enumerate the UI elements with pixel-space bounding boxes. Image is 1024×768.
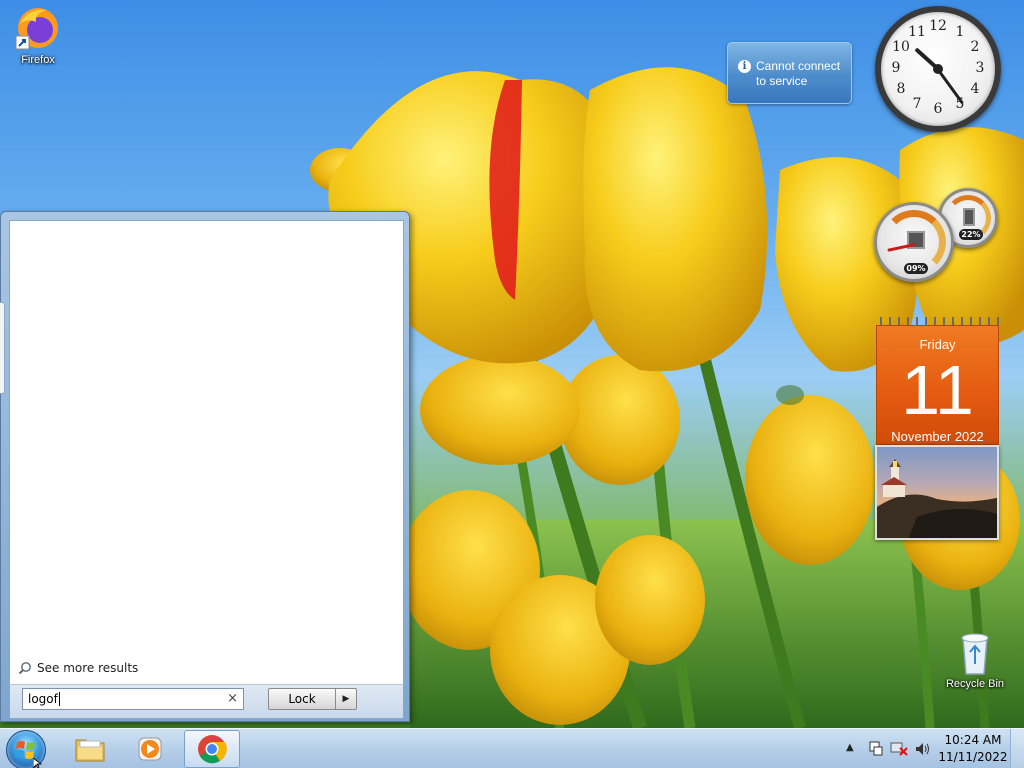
text-caret — [58, 692, 60, 706]
media-player-icon — [138, 737, 162, 761]
clock-number: 2 — [970, 39, 980, 55]
taskbar-clock[interactable]: 10:24 AM 11/11/2022 — [938, 732, 1008, 766]
taskbar-google-chrome[interactable] — [184, 730, 240, 768]
cpu-percent: 09% — [904, 263, 928, 274]
clock-number: 7 — [912, 96, 922, 112]
firefox-desktop-icon[interactable]: Firefox — [2, 4, 74, 66]
notification-area: ▲ 10:24 AM 11/11/2022 — [842, 729, 1024, 768]
search-results-pane: See more results — [9, 220, 404, 685]
calendar-day-number: 11 — [901, 351, 974, 429]
shutdown-options-arrow-icon[interactable]: ▶ — [335, 688, 357, 710]
folder-icon — [75, 739, 105, 762]
clock-number: 6 — [933, 101, 943, 117]
clock-number: 10 — [892, 39, 910, 55]
taskbar: ▲ 10:24 AM 11/11/2022 — [0, 728, 1024, 768]
power-button-group: Lock ▶ — [268, 688, 358, 710]
cpu-dial: 09% — [874, 202, 954, 282]
network-icon[interactable] — [890, 741, 908, 757]
clock-number: 3 — [975, 60, 985, 76]
recycle-bin-icon — [961, 633, 989, 675]
taskbar-clock-date: 11/11/2022 — [938, 750, 1008, 764]
calendar-month-year: November 2022 — [891, 429, 984, 444]
clock-number: 11 — [908, 24, 926, 40]
desktop: Firefox Recycle Bin i Cannot connect to … — [0, 0, 1024, 728]
recycle-bin-icon-label: Recycle Bin — [945, 678, 1005, 690]
search-icon — [18, 662, 31, 675]
clock-number: 9 — [891, 60, 901, 76]
clock-number: 4 — [970, 81, 980, 97]
clock-center-pin — [933, 64, 943, 74]
see-more-results-link[interactable]: See more results — [18, 658, 138, 678]
start-search-input[interactable]: logof × — [22, 688, 244, 710]
clock-number: 1 — [955, 24, 965, 40]
lighthouse-photo — [877, 459, 997, 538]
cpu-meter-gadget[interactable]: 22% 09% — [874, 188, 1000, 282]
start-menu-bottom-bar: logof × Lock ▶ — [9, 684, 404, 719]
start-menu: See more results logof × Lock ▶ — [0, 211, 410, 722]
volume-icon[interactable] — [914, 741, 930, 757]
weather-message: Cannot connect to service — [756, 59, 841, 88]
clock-gadget[interactable]: 12 1 2 3 4 5 6 7 8 9 10 11 — [875, 6, 1001, 132]
calendar-gadget[interactable]: Friday 11 November 2022 — [876, 317, 999, 445]
firefox-icon — [15, 8, 58, 50]
weather-gadget[interactable]: i Cannot connect to service — [727, 42, 852, 104]
recycle-bin-desktop-icon[interactable]: Recycle Bin — [939, 630, 1011, 690]
clear-search-icon[interactable]: × — [227, 691, 238, 706]
start-search-value: logof — [28, 692, 58, 706]
memory-percent: 22% — [959, 229, 983, 240]
show-desktop-button[interactable] — [1010, 729, 1024, 768]
calendar-page: Friday 11 November 2022 — [876, 325, 999, 445]
chrome-icon — [198, 735, 227, 764]
firefox-icon-label: Firefox — [21, 54, 55, 66]
taskbar-clock-time: 10:24 AM — [944, 733, 1002, 747]
action-center-icon[interactable] — [868, 741, 884, 757]
show-hidden-icons-arrow-icon[interactable]: ▲ — [846, 742, 854, 753]
clock-number: 8 — [896, 81, 906, 97]
slideshow-gadget[interactable] — [875, 445, 999, 540]
memory-chip-icon — [963, 208, 975, 226]
see-more-results-label: See more results — [37, 661, 139, 675]
clock-number: 12 — [929, 18, 947, 34]
info-icon: i — [738, 60, 751, 73]
lock-button[interactable]: Lock — [268, 688, 336, 710]
mouse-cursor-icon — [33, 758, 43, 768]
taskbar-windows-media-player[interactable] — [122, 730, 178, 768]
start-menu-side-handle — [0, 302, 5, 394]
taskbar-windows-explorer[interactable] — [62, 730, 118, 768]
